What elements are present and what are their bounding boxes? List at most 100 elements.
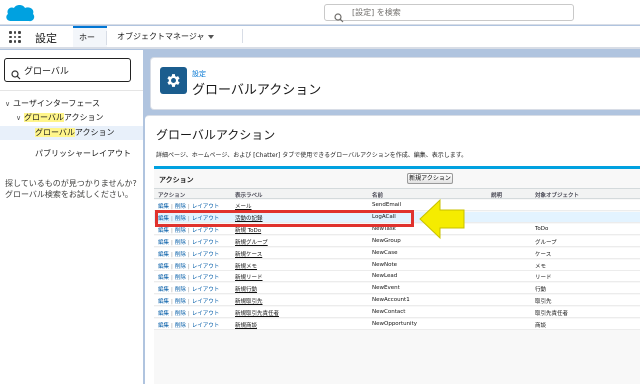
separator: | <box>171 323 173 329</box>
table-row: 編集 | 削除 | レイアウト 新規商談 NewOpportunity 商談 <box>154 319 640 330</box>
tree-item-user-interface[interactable]: ∨ ユーザインターフェース <box>5 98 100 109</box>
separator: | <box>171 227 173 234</box>
tab-object-manager[interactable]: オブジェクトマネージャ <box>111 26 243 47</box>
separator: | <box>171 263 173 270</box>
page-title: グローバルアクション <box>192 83 322 98</box>
col-header-object[interactable]: 対象オブジェクト <box>535 191 579 199</box>
action-label-link[interactable]: 新規リード <box>235 273 263 281</box>
edit-link[interactable]: 編集 <box>158 275 169 281</box>
separator: | <box>187 311 190 318</box>
search-placeholder: [設定] を検索 <box>352 8 401 17</box>
action-name: NewGroup <box>372 237 401 244</box>
action-name: NewCase <box>372 249 398 256</box>
delete-link[interactable]: 削除 <box>175 287 186 293</box>
search-icon <box>334 8 344 27</box>
chevron-down-icon[interactable] <box>208 34 215 39</box>
separator: | <box>171 275 173 282</box>
action-label-link[interactable]: 新規取引先 <box>235 297 263 305</box>
layout-link[interactable]: レイアウト <box>192 323 220 329</box>
app-launcher-icon[interactable] <box>9 31 21 43</box>
col-header-label[interactable]: 表示ラベル <box>235 191 263 199</box>
row-actions: 編集 | 削除 | レイアウト <box>158 238 219 246</box>
edit-link[interactable]: 編集 <box>158 287 169 293</box>
quick-find-input[interactable]: グローバル <box>4 58 131 82</box>
new-action-button[interactable]: 新規アクション <box>407 173 453 184</box>
separator: | <box>171 251 173 258</box>
salesforce-cloud-logo[interactable] <box>4 3 36 27</box>
search-match-highlight: グローバル <box>35 128 75 137</box>
layout-link[interactable]: レイアウト <box>192 275 220 281</box>
layout-link[interactable]: レイアウト <box>192 228 220 234</box>
layout-link[interactable]: レイアウト <box>192 287 220 293</box>
content-description: 詳細ページ、ホームページ、および [Chatter] タブで使用できるグローバル… <box>156 152 468 159</box>
tree-item-global-actions[interactable]: ∨ グローバルアクション <box>16 112 104 123</box>
global-header: [設定] を検索 <box>0 0 640 25</box>
action-label-link[interactable]: 新規取引先責任者 <box>235 309 279 317</box>
layout-link[interactable]: レイアウト <box>192 264 220 270</box>
col-header-name[interactable]: 名前 <box>372 191 383 199</box>
table-header: アクション 表示ラベル 名前 説明 対象オブジェクト <box>154 188 640 199</box>
table-row: 編集 | 削除 | レイアウト 新規行動 NewEvent 行動 <box>154 283 640 295</box>
chevron-down-icon[interactable]: ∨ <box>16 114 24 122</box>
setup-sidebar: グローバル ∨ ユーザインターフェース ∨ グローバルアクション グローバルアクショ… <box>0 50 143 384</box>
separator: | <box>171 239 173 246</box>
chevron-down-icon[interactable]: ∨ <box>5 100 13 108</box>
tree-item-global-actions-child[interactable]: グローバルアクション <box>0 126 143 140</box>
search-icon <box>11 65 21 84</box>
edit-link[interactable]: 編集 <box>158 228 169 234</box>
edit-link[interactable]: 編集 <box>158 311 169 317</box>
app-name: 設定 <box>35 32 57 45</box>
col-header-action: アクション <box>158 193 186 199</box>
delete-link[interactable]: 削除 <box>175 275 186 281</box>
target-object: 行動 <box>535 287 547 294</box>
tab-home[interactable]: ホーム <box>73 26 107 61</box>
edit-link[interactable]: 編集 <box>158 299 169 305</box>
delete-link[interactable]: 削除 <box>175 228 186 234</box>
setup-search-input[interactable]: [設定] を検索 <box>324 4 574 23</box>
gear-icon <box>160 67 187 94</box>
content-card: グローバルアクション 詳細ページ、ホームページ、および [Chatter] タブ… <box>145 115 640 384</box>
layout-link[interactable]: レイアウト <box>192 311 220 317</box>
layout-link[interactable]: レイアウト <box>192 299 220 305</box>
layout-link[interactable]: レイアウト <box>192 240 220 246</box>
action-label-link[interactable]: 新規グループ <box>235 238 268 246</box>
target-object: リード <box>535 275 552 282</box>
layout-link[interactable]: レイアウト <box>192 252 220 258</box>
target-object: 取引先 <box>535 299 552 306</box>
separator: | <box>187 239 190 246</box>
tree-item-label: パブリッシャーレイアウト <box>35 149 131 158</box>
edit-link[interactable]: 編集 <box>158 323 169 329</box>
row-actions: 編集 | 削除 | レイアウト <box>158 273 219 281</box>
action-label-link[interactable]: 新規行動 <box>235 285 257 293</box>
tree-item-label-post: アクション <box>74 128 115 137</box>
tree-item-label-post: アクション <box>63 113 104 122</box>
table-row: 編集 | 削除 | レイアウト 新規ケース NewCase ケース <box>154 247 640 259</box>
content-title: グローバルアクション <box>156 128 276 142</box>
separator: | <box>187 287 190 294</box>
row-actions: 編集 | 削除 | レイアウト <box>158 309 219 317</box>
tree-item-label: ユーザインターフェース <box>13 99 100 108</box>
delete-link[interactable]: 削除 <box>175 240 186 246</box>
edit-link[interactable]: 編集 <box>158 240 169 246</box>
table-row: 編集 | 削除 | レイアウト 新規グループ NewGroup グループ <box>154 235 640 247</box>
action-label-link[interactable]: 新規メモ <box>235 262 257 270</box>
action-label-link[interactable]: メール <box>235 202 252 210</box>
tree-item-publisher-layout[interactable]: パブリッシャーレイアウト <box>35 148 131 159</box>
edit-link[interactable]: 編集 <box>158 252 169 258</box>
delete-link[interactable]: 削除 <box>175 252 186 258</box>
tab-object-manager-label: オブジェクトマネージャ <box>117 32 205 41</box>
delete-link[interactable]: 削除 <box>175 311 186 317</box>
delete-link[interactable]: 削除 <box>175 264 186 270</box>
quick-find-value: グローバル <box>24 67 69 77</box>
action-name: SendEmail <box>372 202 402 208</box>
delete-link[interactable]: 削除 <box>175 299 186 305</box>
action-label-link[interactable]: 新規ケース <box>235 250 262 258</box>
separator: | <box>187 275 190 282</box>
col-header-description[interactable]: 説明 <box>491 191 502 199</box>
not-found-hint: 探しているものが見つかりませんか? グローバル検索をお試しください。 <box>5 179 137 199</box>
setup-navbar: 設定 ホーム オブジェクトマネージャ <box>0 26 640 61</box>
target-object: 取引先責任者 <box>535 311 569 318</box>
delete-link[interactable]: 削除 <box>175 323 186 329</box>
edit-link[interactable]: 編集 <box>158 264 169 270</box>
action-label-link[interactable]: 新規商談 <box>235 321 257 329</box>
